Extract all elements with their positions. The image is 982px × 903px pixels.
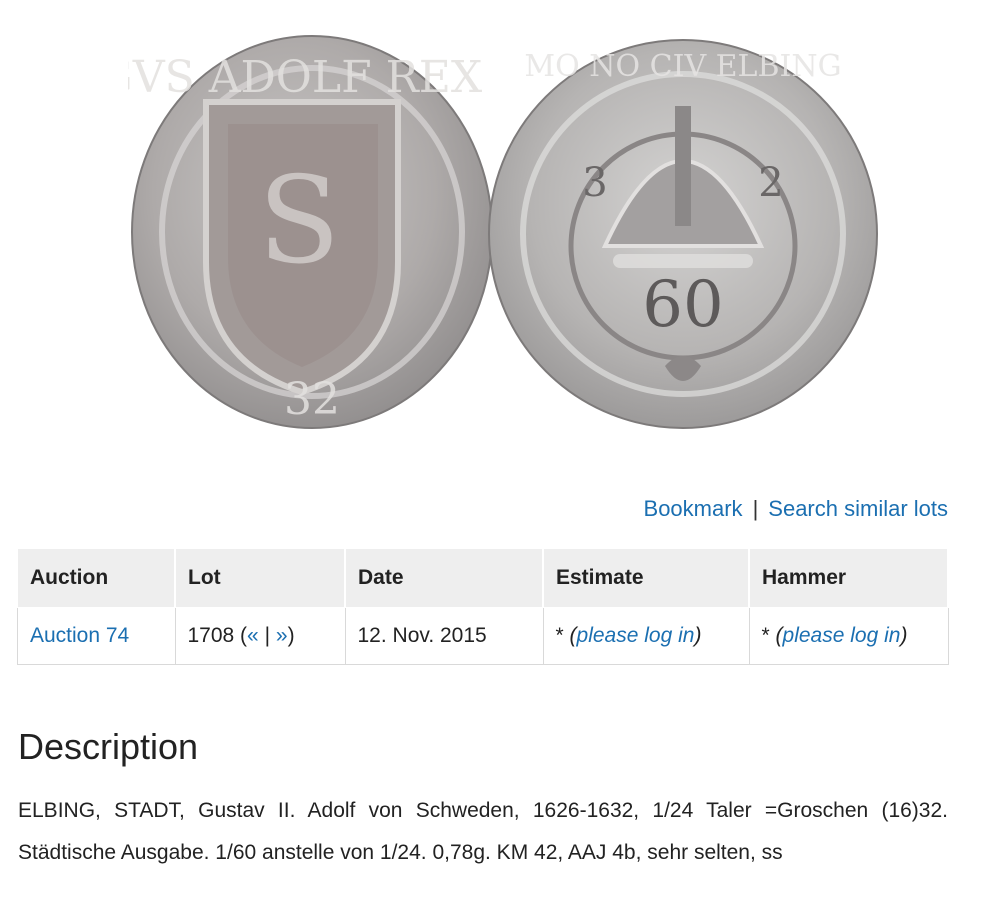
reverse-mark-left: 3 (582, 160, 607, 206)
obverse-date: 32 (284, 374, 340, 425)
cell-estimate: * (please log in) (542, 607, 750, 665)
header-estimate: Estimate (542, 548, 750, 608)
estimate-login-link[interactable]: please log in (577, 624, 695, 647)
cell-lot: 1708 (« | ») (174, 607, 346, 665)
coin-obverse-image[interactable]: S GVS ADOLF REX S 32 (128, 32, 496, 432)
bookmark-link[interactable]: Bookmark (644, 496, 743, 521)
table-row: Auction 74 1708 (« | ») 12. Nov. 2015 * … (17, 607, 949, 665)
lot-actions: Bookmark | Search similar lots (644, 496, 948, 522)
lot-number: 1708 (187, 624, 235, 647)
description-heading: Description (18, 726, 199, 767)
table-header-row: Auction Lot Date Estimate Hammer (17, 548, 949, 608)
header-date: Date (344, 548, 544, 608)
previous-lot-link[interactable]: « (247, 624, 259, 647)
reverse-legend: MO NO CIV ELBING (524, 49, 841, 84)
estimate-star: * (555, 624, 564, 647)
cell-hammer: * (please log in) (748, 607, 949, 665)
header-hammer: Hammer (748, 548, 949, 608)
hammer-login-link[interactable]: please log in (783, 624, 901, 647)
obverse-legend: GVS ADOLF REX S (128, 52, 496, 103)
header-auction: Auction (17, 548, 176, 608)
cell-date: 12. Nov. 2015 (344, 607, 544, 665)
auction-link[interactable]: Auction 74 (30, 624, 129, 647)
next-lot-link[interactable]: » (276, 624, 288, 647)
svg-text:S: S (258, 152, 340, 291)
cell-auction: Auction 74 (17, 607, 176, 665)
reverse-mark-right: 2 (758, 160, 783, 206)
coin-reverse-image[interactable]: 60 3 2 MO NO CIV ELBING (485, 36, 881, 431)
lot-info-table: Auction Lot Date Estimate Hammer Auction… (17, 548, 949, 665)
coin-images: S GVS ADOLF REX S 32 60 3 2 MO NO CIV EL… (0, 0, 982, 470)
search-similar-lots-link[interactable]: Search similar lots (768, 496, 948, 521)
link-separator: | (752, 496, 759, 521)
header-lot: Lot (174, 548, 346, 608)
lot-nav-separator: | (264, 624, 271, 647)
description-text: ELBING, STADT, Gustav II. Adolf von Schw… (18, 799, 948, 864)
reverse-value: 60 (642, 268, 723, 342)
hammer-star: * (761, 624, 770, 647)
